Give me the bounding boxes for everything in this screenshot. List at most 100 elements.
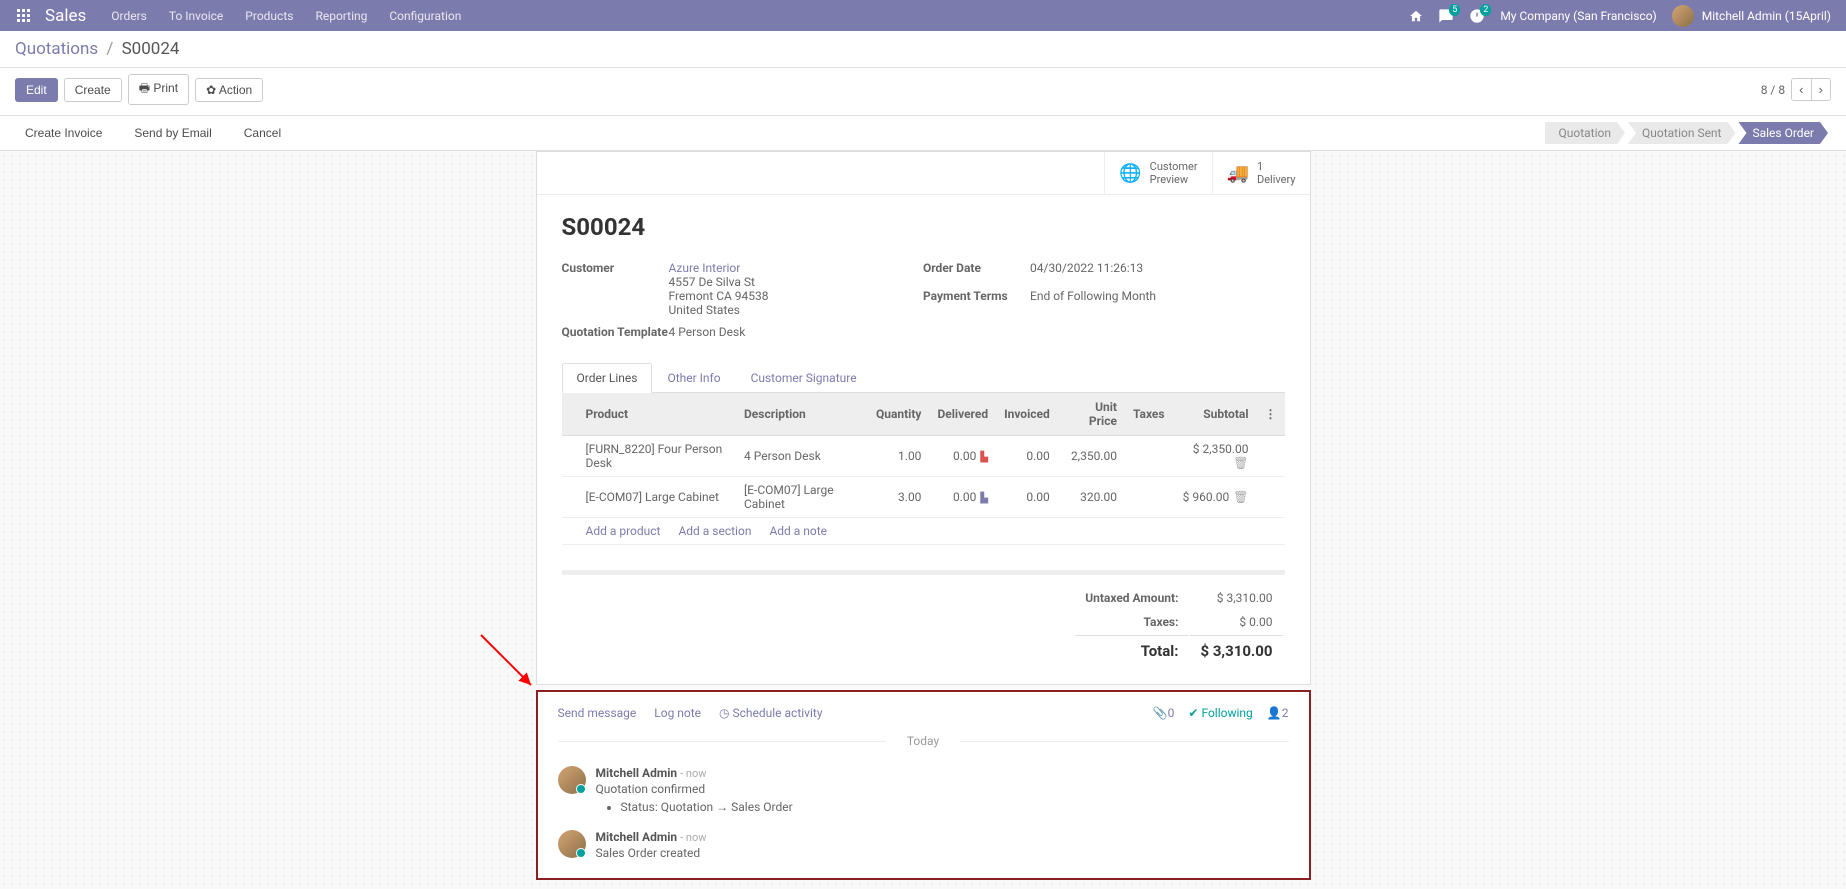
msg-author: Mitchell Admin — [596, 830, 678, 844]
stat-button-box: 🌐 CustomerPreview 🚚 1Delivery — [537, 152, 1310, 195]
edit-button[interactable]: Edit — [15, 78, 58, 102]
msg-time: - now — [680, 767, 706, 780]
order-date-label: Order Date — [923, 261, 1030, 275]
tab-customer-signature[interactable]: Customer Signature — [736, 363, 872, 392]
payment-terms-label: Payment Terms — [923, 289, 1030, 303]
navbar-menu: Orders To Invoice Products Reporting Con… — [111, 9, 1409, 23]
menu-configuration[interactable]: Configuration — [389, 9, 461, 23]
breadcrumb-current: S00024 — [122, 39, 180, 59]
menu-products[interactable]: Products — [245, 9, 293, 23]
msg-text: Sales Order created — [596, 846, 1289, 860]
col-quantity: Quantity — [868, 393, 929, 436]
status-quotation-sent[interactable]: Quotation Sent — [1628, 122, 1736, 144]
tab-order-lines[interactable]: Order Lines — [562, 363, 653, 393]
customer-preview-button[interactable]: 🌐 CustomerPreview — [1104, 152, 1211, 194]
chatter-message: Mitchell Admin - now Quotation confirmed… — [558, 758, 1289, 822]
customer-addr2: Fremont CA 94538 — [669, 289, 769, 303]
customer-addr1: 4557 De Silva St — [669, 275, 755, 289]
attachments-count[interactable]: 📎0 — [1153, 706, 1175, 720]
totals: Untaxed Amount:$ 3,310.00 Taxes:$ 0.00 T… — [562, 570, 1285, 666]
order-lines-table: Product Description Quantity Delivered I… — [562, 393, 1285, 545]
avatar-icon — [1672, 5, 1694, 27]
customer-link[interactable]: Azure Interior — [669, 261, 741, 275]
delete-icon[interactable]: 🗑 — [1233, 490, 1248, 504]
pager-prev-button[interactable]: ‹ — [1792, 79, 1811, 100]
pager-text: 8 / 8 — [1761, 83, 1785, 97]
tab-other-info[interactable]: Other Info — [652, 363, 735, 392]
form-sheet: 🌐 CustomerPreview 🚚 1Delivery S00024 Cus… — [536, 151, 1311, 685]
status-row: Create Invoice Send by Email Cancel Quot… — [0, 116, 1846, 151]
msg-time: - now — [680, 831, 706, 844]
record-title: S00024 — [562, 213, 1285, 241]
log-note-link[interactable]: Log note — [654, 706, 701, 720]
chatter-toolbar: Send message Log note ◷ Schedule activit… — [558, 702, 1289, 724]
col-product: Product — [578, 393, 737, 436]
pager: 8 / 8 ‹ › — [1761, 78, 1831, 101]
payment-terms-value: End of Following Month — [1030, 289, 1156, 303]
print-icon: 🖶 — [139, 81, 154, 95]
activity-icon[interactable]: 2 — [1469, 8, 1485, 24]
breadcrumb-bar: Quotations / S00024 — [0, 31, 1846, 68]
user-icon: 👤 — [1267, 706, 1282, 720]
template-value: 4 Person Desk — [669, 325, 746, 339]
status-sales-order[interactable]: Sales Order — [1738, 122, 1828, 144]
untaxed-value: $ 3,310.00 — [1190, 587, 1282, 609]
col-delivered: Delivered — [929, 393, 996, 436]
chatter-message: Mitchell Admin - now Sales Order created — [558, 822, 1289, 868]
menu-reporting[interactable]: Reporting — [315, 9, 367, 23]
tabs: Order Lines Other Info Customer Signatur… — [562, 363, 1285, 393]
menu-orders[interactable]: Orders — [111, 9, 147, 23]
company-switcher[interactable]: My Company (San Francisco) — [1500, 9, 1656, 23]
col-description: Description — [736, 393, 868, 436]
print-button[interactable]: 🖶 Print — [128, 74, 189, 105]
add-section-link[interactable]: Add a section — [678, 524, 751, 538]
delivery-button[interactable]: 🚚 1Delivery — [1212, 152, 1310, 194]
globe-icon: 🌐 — [1119, 163, 1141, 184]
chatter: Send message Log note ◷ Schedule activit… — [536, 690, 1311, 880]
breadcrumb-sep: / — [106, 39, 113, 59]
add-product-link[interactable]: Add a product — [586, 524, 661, 538]
apps-icon[interactable] — [15, 7, 33, 25]
add-note-link[interactable]: Add a note — [769, 524, 827, 538]
navbar-right: 5 2 My Company (San Francisco) Mitchell … — [1409, 5, 1831, 27]
forecast-icon[interactable]: ▙ — [980, 493, 988, 504]
col-unit-price: Unit Price — [1058, 393, 1125, 436]
col-menu[interactable]: ⋮ — [1257, 393, 1285, 436]
create-invoice-button[interactable]: Create Invoice — [15, 122, 112, 144]
truck-icon: 🚚 — [1227, 163, 1249, 184]
schedule-activity-link[interactable]: ◷ Schedule activity — [719, 706, 822, 720]
send-message-link[interactable]: Send message — [558, 706, 637, 720]
home-icon[interactable] — [1409, 9, 1423, 23]
status-bar: Quotation Quotation Sent Sales Order — [1545, 122, 1832, 144]
msg-text: Quotation confirmed Status: Quotation → … — [596, 782, 1289, 814]
menu-to-invoice[interactable]: To Invoice — [169, 9, 223, 23]
toolbar: Edit Create 🖶 Print ✿ Action 8 / 8 ‹ › — [0, 68, 1846, 116]
table-row[interactable]: [E-COM07] Large Cabinet [E-COM07] Large … — [562, 477, 1285, 518]
forecast-icon[interactable]: ▙ — [980, 452, 988, 463]
followers-count[interactable]: 👤2 — [1267, 706, 1289, 720]
template-label: Quotation Template — [562, 325, 669, 339]
col-invoiced: Invoiced — [996, 393, 1058, 436]
user-menu[interactable]: Mitchell Admin (15April) — [1672, 5, 1831, 27]
app-brand[interactable]: Sales — [45, 6, 86, 26]
avatar-icon — [558, 766, 586, 794]
messages-icon[interactable]: 5 — [1438, 8, 1454, 24]
cancel-button[interactable]: Cancel — [234, 122, 291, 144]
customer-label: Customer — [562, 261, 669, 317]
following-button[interactable]: ✔ Following — [1188, 706, 1252, 720]
breadcrumb-parent[interactable]: Quotations — [15, 39, 98, 59]
create-button[interactable]: Create — [64, 78, 122, 102]
action-button[interactable]: ✿ Action — [195, 78, 263, 102]
chatter-date-separator: Today — [558, 734, 1289, 748]
send-by-email-button[interactable]: Send by Email — [124, 122, 221, 144]
status-quotation[interactable]: Quotation — [1545, 122, 1625, 144]
main-navbar: Sales Orders To Invoice Products Reporti… — [0, 0, 1846, 31]
total-label: Total: — [1075, 635, 1188, 664]
delete-icon[interactable]: 🗑 — [1233, 456, 1248, 470]
table-row[interactable]: [FURN_8220] Four Person Desk 4 Person De… — [562, 436, 1285, 477]
customer-addr3: United States — [669, 303, 740, 317]
taxes-value: $ 0.00 — [1190, 611, 1282, 633]
msg-author: Mitchell Admin — [596, 766, 678, 780]
activity-badge: 2 — [1480, 4, 1491, 16]
pager-next-button[interactable]: › — [1812, 79, 1830, 100]
